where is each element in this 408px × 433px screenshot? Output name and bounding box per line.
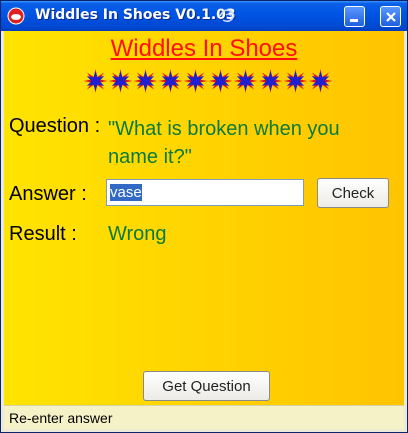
- window-title: Widdles In Shoes V0.1.03: [35, 7, 236, 23]
- title-bar[interactable]: Widdles In Shoes V0.1.03: [1, 1, 407, 31]
- main-panel: Widdles In Shoes Question : "What is bro…: [4, 31, 404, 405]
- result-label: Result :: [9, 223, 77, 245]
- minimize-button[interactable]: [344, 6, 365, 27]
- question-text: "What is broken when you name it?": [108, 118, 340, 168]
- app-heading: Widdles In Shoes: [110, 35, 298, 62]
- app-icon[interactable]: [7, 7, 25, 25]
- star-icon: [258, 69, 283, 93]
- answer-input[interactable]: [106, 179, 304, 206]
- check-button[interactable]: Check: [317, 178, 389, 208]
- answer-label: Answer :: [9, 183, 87, 205]
- get-question-button[interactable]: Get Question: [143, 371, 270, 401]
- close-button[interactable]: [380, 6, 401, 27]
- result-value: Wrong: [108, 223, 167, 245]
- star-icon: [283, 69, 308, 93]
- star-icon: [208, 69, 233, 93]
- star-icon: [158, 69, 183, 93]
- app-window: Widdles In Shoes V0.1.03 Widdles In Shoe…: [0, 0, 408, 433]
- star-icon: [108, 69, 133, 93]
- close-icon: [386, 12, 396, 22]
- star-icon: [233, 69, 258, 93]
- star-row: [83, 69, 333, 93]
- star-icon: [183, 69, 208, 93]
- graphics-icon: [219, 9, 235, 23]
- status-bar: Re-enter answer: [4, 405, 404, 429]
- status-text: Re-enter answer: [9, 410, 113, 426]
- star-icon: [133, 69, 158, 93]
- star-icon: [83, 69, 108, 93]
- question-label: Question :: [9, 115, 101, 137]
- star-icon: [308, 69, 333, 93]
